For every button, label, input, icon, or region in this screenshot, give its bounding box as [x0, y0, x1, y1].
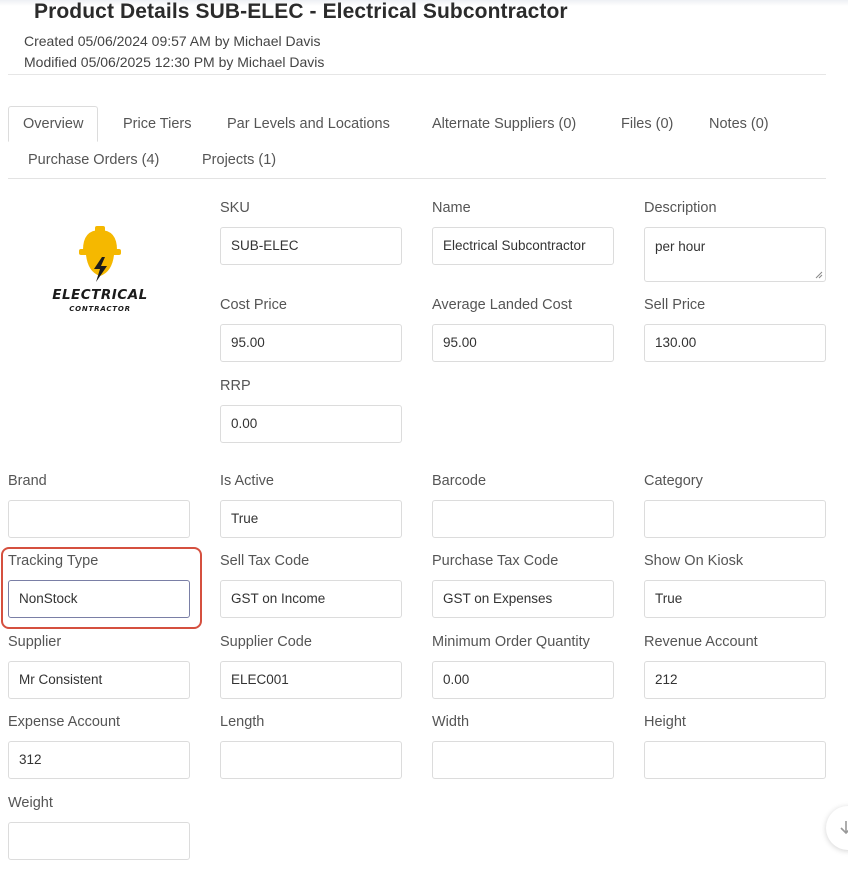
tab-alternate-suppliers[interactable]: Alternate Suppliers (0): [432, 106, 576, 142]
description-textarea[interactable]: per hour: [644, 227, 826, 282]
category-label: Category: [644, 473, 703, 489]
tab-purchase-orders[interactable]: Purchase Orders (4): [28, 142, 159, 178]
supplier-input[interactable]: Mr Consistent: [8, 661, 190, 699]
height-label: Height: [644, 714, 686, 730]
weight-input[interactable]: [8, 822, 190, 860]
brand-input[interactable]: [8, 500, 190, 538]
tracking-type-input[interactable]: NonStock: [8, 580, 190, 618]
barcode-input[interactable]: [432, 500, 614, 538]
tab-overview[interactable]: Overview: [8, 106, 99, 142]
cost-price-label: Cost Price: [220, 297, 287, 313]
barcode-label: Barcode: [432, 473, 487, 489]
tab-par-levels[interactable]: Par Levels and Locations: [227, 106, 390, 142]
brand-label: Brand: [8, 473, 47, 489]
tracking-type-label: Tracking Type: [8, 553, 99, 569]
supplier-code-label: Supplier Code: [220, 634, 312, 650]
cost-price-input[interactable]: 95.00: [220, 324, 402, 362]
category-input[interactable]: [644, 500, 826, 538]
tab-price-tiers[interactable]: Price Tiers: [123, 106, 192, 142]
sell-price-label: Sell Price: [644, 297, 706, 313]
description-label: Description: [644, 200, 717, 216]
header-divider: [8, 74, 826, 75]
avg-landed-cost-label: Average Landed Cost: [432, 297, 573, 313]
tabs-divider: [8, 178, 826, 179]
sku-input[interactable]: SUB-ELEC: [220, 227, 402, 265]
tab-projects[interactable]: Projects (1): [202, 142, 276, 178]
logo-text: ELECTRICAL: [52, 287, 148, 303]
length-label: Length: [220, 714, 265, 730]
height-input[interactable]: [644, 741, 826, 779]
resize-grip-icon[interactable]: [815, 271, 823, 279]
product-image-logo: ELECTRICAL CONTRACTOR: [50, 224, 150, 320]
show-on-kiosk-input[interactable]: True: [644, 580, 826, 618]
sell-price-input[interactable]: 130.00: [644, 324, 826, 362]
sell-tax-code-input[interactable]: GST on Income: [220, 580, 402, 618]
purchase-tax-code-input[interactable]: GST on Expenses: [432, 580, 614, 618]
name-input[interactable]: Electrical Subcontractor: [432, 227, 614, 265]
name-label: Name: [432, 200, 471, 216]
supplier-label: Supplier: [8, 634, 62, 650]
expense-account-input[interactable]: 312: [8, 741, 190, 779]
scroll-down-button[interactable]: [826, 806, 848, 850]
tab-files[interactable]: Files (0): [621, 106, 673, 142]
rrp-input[interactable]: 0.00: [220, 405, 402, 443]
min-order-qty-label: Minimum Order Quantity: [432, 634, 590, 650]
logo-subtext: CONTRACTOR: [69, 305, 131, 313]
weight-label: Weight: [8, 795, 53, 811]
revenue-account-input[interactable]: 212: [644, 661, 826, 699]
supplier-code-input[interactable]: ELEC001: [220, 661, 402, 699]
avg-landed-cost-input[interactable]: 95.00: [432, 324, 614, 362]
modified-info: Modified 05/06/2025 12:30 PM by Michael …: [24, 54, 325, 70]
page-title: Product Details SUB-ELEC - Electrical Su…: [34, 0, 568, 23]
length-input[interactable]: [220, 741, 402, 779]
width-label: Width: [432, 714, 470, 730]
purchase-tax-code-label: Purchase Tax Code: [432, 553, 559, 569]
arrow-down-icon: [840, 821, 848, 835]
is-active-input[interactable]: True: [220, 500, 402, 538]
show-on-kiosk-label: Show On Kiosk: [644, 553, 744, 569]
created-info: Created 05/06/2024 09:57 AM by Michael D…: [24, 33, 321, 49]
sku-label: SKU: [220, 200, 250, 216]
is-active-label: Is Active: [220, 473, 274, 489]
description-value: per hour: [655, 239, 706, 254]
min-order-qty-input[interactable]: 0.00: [432, 661, 614, 699]
expense-account-label: Expense Account: [8, 714, 121, 730]
revenue-account-label: Revenue Account: [644, 634, 758, 650]
sell-tax-code-label: Sell Tax Code: [220, 553, 310, 569]
width-input[interactable]: [432, 741, 614, 779]
helmet-bolt-icon: [79, 226, 121, 282]
rrp-label: RRP: [220, 378, 251, 394]
tab-notes[interactable]: Notes (0): [709, 106, 769, 142]
